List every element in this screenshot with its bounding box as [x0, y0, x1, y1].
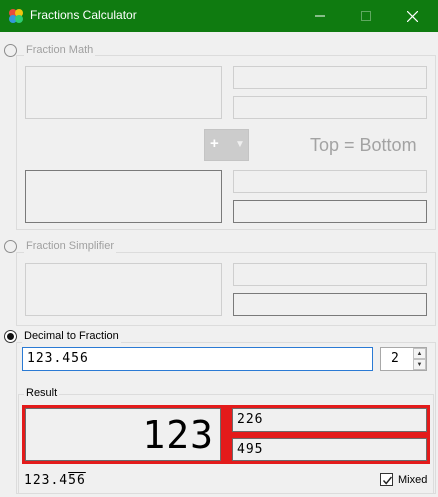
second-whole-field[interactable]: [25, 170, 222, 223]
operator-value: +: [210, 135, 219, 152]
repeating-decimal-display: 123.456: [24, 473, 86, 488]
simplifier-whole-field[interactable]: [25, 263, 222, 316]
second-numerator-field[interactable]: [233, 170, 427, 193]
result-highlight-frame: 123 226 495: [22, 405, 430, 464]
first-whole-field[interactable]: [25, 66, 222, 119]
result-denominator-value: 495: [237, 442, 264, 457]
result-denominator-field: 495: [232, 438, 427, 461]
simplifier-denominator-field[interactable]: [233, 293, 427, 316]
close-icon: [406, 10, 418, 22]
close-button[interactable]: [389, 0, 435, 32]
minimize-button[interactable]: [297, 0, 343, 32]
result-numerator-field: 226: [232, 408, 427, 432]
repeating-decimal-prefix: 123.4: [24, 473, 69, 488]
radio-selected-dot: [7, 333, 14, 340]
arrow-down-icon: ▼: [416, 361, 423, 368]
top-bottom-label: Top = Bottom: [310, 135, 417, 155]
window-title: Fractions Calculator: [30, 8, 137, 22]
checkmark-icon: [382, 476, 393, 485]
spin-down-button[interactable]: ▼: [413, 359, 426, 370]
arrow-up-icon: ▲: [416, 350, 423, 357]
maximize-button[interactable]: [343, 0, 389, 32]
mixed-label: Mixed: [398, 474, 428, 486]
simplifier-numerator-field[interactable]: [233, 263, 427, 286]
title-bar: Fractions Calculator: [0, 0, 438, 32]
repeat-digits-value: 2: [391, 351, 399, 366]
first-denominator-field[interactable]: [233, 96, 427, 119]
mixed-checkbox[interactable]: [380, 473, 393, 486]
spin-up-button[interactable]: ▲: [413, 348, 426, 359]
maximize-icon: [361, 11, 371, 21]
chevron-down-icon: ▼: [235, 139, 245, 150]
second-denominator-field[interactable]: [233, 200, 427, 223]
first-numerator-field[interactable]: [233, 66, 427, 89]
repeating-decimal-repeat: 56: [68, 473, 86, 488]
operator-select[interactable]: + ▼: [204, 129, 249, 161]
result-whole-field: 123: [25, 408, 221, 461]
app-logo-icon: [9, 9, 23, 23]
repeat-digits-stepper[interactable]: 2 ▲ ▼: [380, 347, 427, 371]
decimal-input[interactable]: 123.456: [22, 347, 373, 371]
fraction-math-label: Fraction Math: [24, 44, 96, 57]
decimal-to-fraction-label: Decimal to Fraction: [22, 330, 121, 343]
result-numerator-value: 226: [237, 412, 264, 427]
fraction-simplifier-label: Fraction Simplifier: [24, 240, 117, 253]
result-whole-value: 123: [142, 413, 214, 457]
minimize-icon: [315, 15, 325, 17]
result-label: Result: [24, 387, 60, 400]
